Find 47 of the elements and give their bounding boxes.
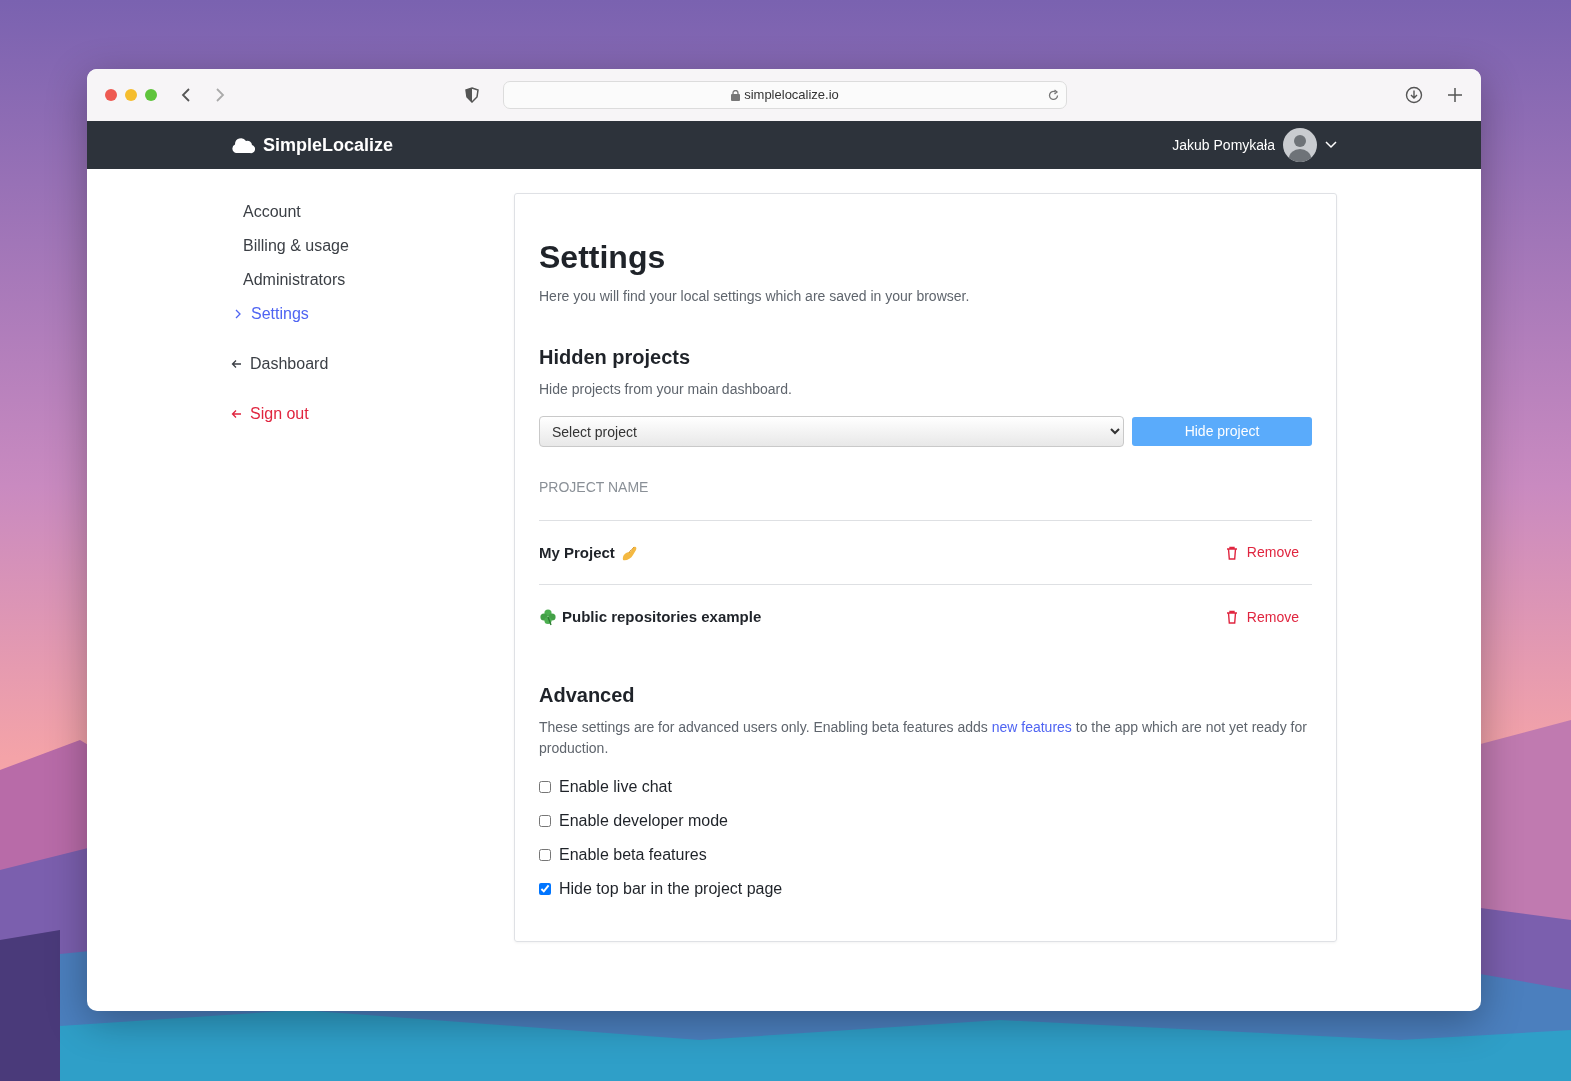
section-heading: Hidden projects (539, 345, 692, 370)
remove-button[interactable]: Remove (1225, 542, 1312, 564)
reload-icon[interactable] (1047, 89, 1060, 102)
address-bar[interactable]: simplelocalize.io (503, 81, 1067, 109)
section-heading: Advanced (539, 683, 636, 708)
remove-button[interactable]: Remove (1225, 606, 1312, 628)
chevron-icon (234, 308, 242, 320)
arrow-left-icon (231, 409, 242, 419)
user-name[interactable]: Jakub Pomykała (1172, 134, 1275, 156)
checkbox[interactable] (539, 883, 551, 896)
trash-icon (1225, 545, 1238, 560)
checkbox[interactable] (539, 849, 551, 862)
checkbox[interactable] (539, 815, 551, 828)
sidebar-item[interactable]: Sign out (231, 397, 309, 431)
checkbox-label: Enable live chat (559, 777, 672, 798)
section-description: These settings are for advanced users only. Enabling beta features adds new features to the app which are not yet ready for production. (539, 718, 1308, 759)
link[interactable]: new features (991, 719, 1072, 736)
project-name: My Project (539, 542, 615, 563)
brand-name[interactable]: SimpleLocalize (263, 131, 394, 159)
section-description: Hide projects from your main dashboard. (539, 380, 793, 400)
sidebar-item[interactable]: Billing & usage (231, 229, 349, 263)
sidebar-item[interactable]: Settings (231, 297, 309, 331)
project-select[interactable]: Select project (539, 416, 1124, 448)
download-icon[interactable] (1405, 86, 1423, 104)
caret-icon[interactable] (1325, 141, 1337, 149)
sidebar-item[interactable]: Account (231, 195, 301, 229)
close-window-button[interactable] (105, 89, 117, 101)
sidebar-item[interactable]: Dashboard (231, 347, 329, 381)
lock-icon (731, 89, 741, 101)
back-icon[interactable] (181, 87, 191, 103)
sidebar-item[interactable]: Administrators (231, 263, 346, 297)
shield-icon[interactable] (465, 87, 479, 103)
project-name: Public repositories example (562, 607, 762, 628)
cloud-logo-icon (231, 135, 255, 155)
checkbox-label: Enable developer mode (559, 811, 728, 832)
url-text: simplelocalize.io (744, 86, 839, 105)
new-tab-icon[interactable] (1447, 87, 1463, 103)
clover-icon (539, 608, 557, 627)
checkbox-label: Hide top bar in the project page (559, 879, 783, 900)
arrow-left-icon (231, 359, 242, 369)
trash-icon (1225, 610, 1238, 625)
checkbox-label: Enable beta features (559, 845, 707, 866)
page-subtitle: Here you will find your local settings which are saved in your browser. (539, 287, 971, 307)
column-header: PROJECT NAME (539, 447, 1312, 522)
page-title: Settings (539, 238, 667, 277)
checkbox[interactable] (539, 781, 551, 794)
avatar-icon[interactable] (1283, 128, 1317, 162)
